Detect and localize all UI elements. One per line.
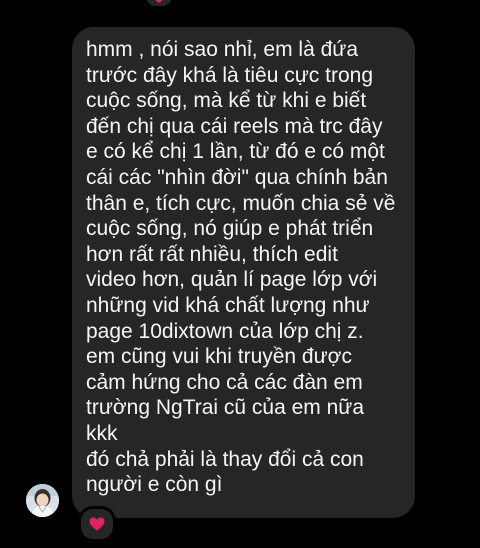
message-line: trường NgTrai cũ của em nữa	[86, 396, 365, 420]
chat-screen: hmm , nói sao nhỉ, em là đứa trước đây k…	[0, 0, 480, 548]
avatar-image	[26, 484, 59, 517]
message-line: hmm , nói sao nhỉ, em là đứa	[86, 38, 359, 61]
message-line: e có kể chị 1 lần, từ đó e có một	[86, 140, 385, 164]
message-line: em cũng vui khi truyền được	[86, 345, 352, 369]
message-line: kkk	[86, 421, 118, 445]
previous-message-reaction[interactable]	[144, 0, 174, 8]
message-line: người e còn gì	[86, 473, 223, 497]
message-reaction[interactable]	[78, 506, 116, 542]
message-bubble[interactable]: hmm , nói sao nhỉ, em là đứa trước đây k…	[72, 27, 415, 518]
message-line: cái các "nhìn đời" qua chính bản	[86, 165, 388, 189]
message-line: trước đây khá là tiêu cực trong	[86, 63, 374, 87]
message-line: hơn rất rất nhiều, thích edit	[86, 242, 338, 266]
message-line: cuộc sống, nó giúp e phát triển	[86, 217, 374, 241]
message-line: cuộc sống, mà kể từ khi e biết	[86, 89, 367, 113]
message-line: những vid khá chất lượng như	[86, 293, 370, 317]
message-line: thân e, tích cực, muốn chia sẻ về	[86, 191, 396, 215]
sender-avatar[interactable]	[26, 484, 59, 517]
message-line: đến chị qua cái reels mà trc đây	[86, 114, 383, 138]
message-line: đó chả phải là thay đổi cả con	[86, 447, 364, 471]
message-line: video hơn, quản lí page lớp với	[86, 268, 378, 292]
message-line: page 10dixtown của lớp chị z.	[86, 319, 364, 343]
message-line: cảm hứng cho cả các đàn em	[86, 370, 363, 394]
heart-icon	[155, 0, 163, 3]
heart-icon	[89, 517, 105, 531]
